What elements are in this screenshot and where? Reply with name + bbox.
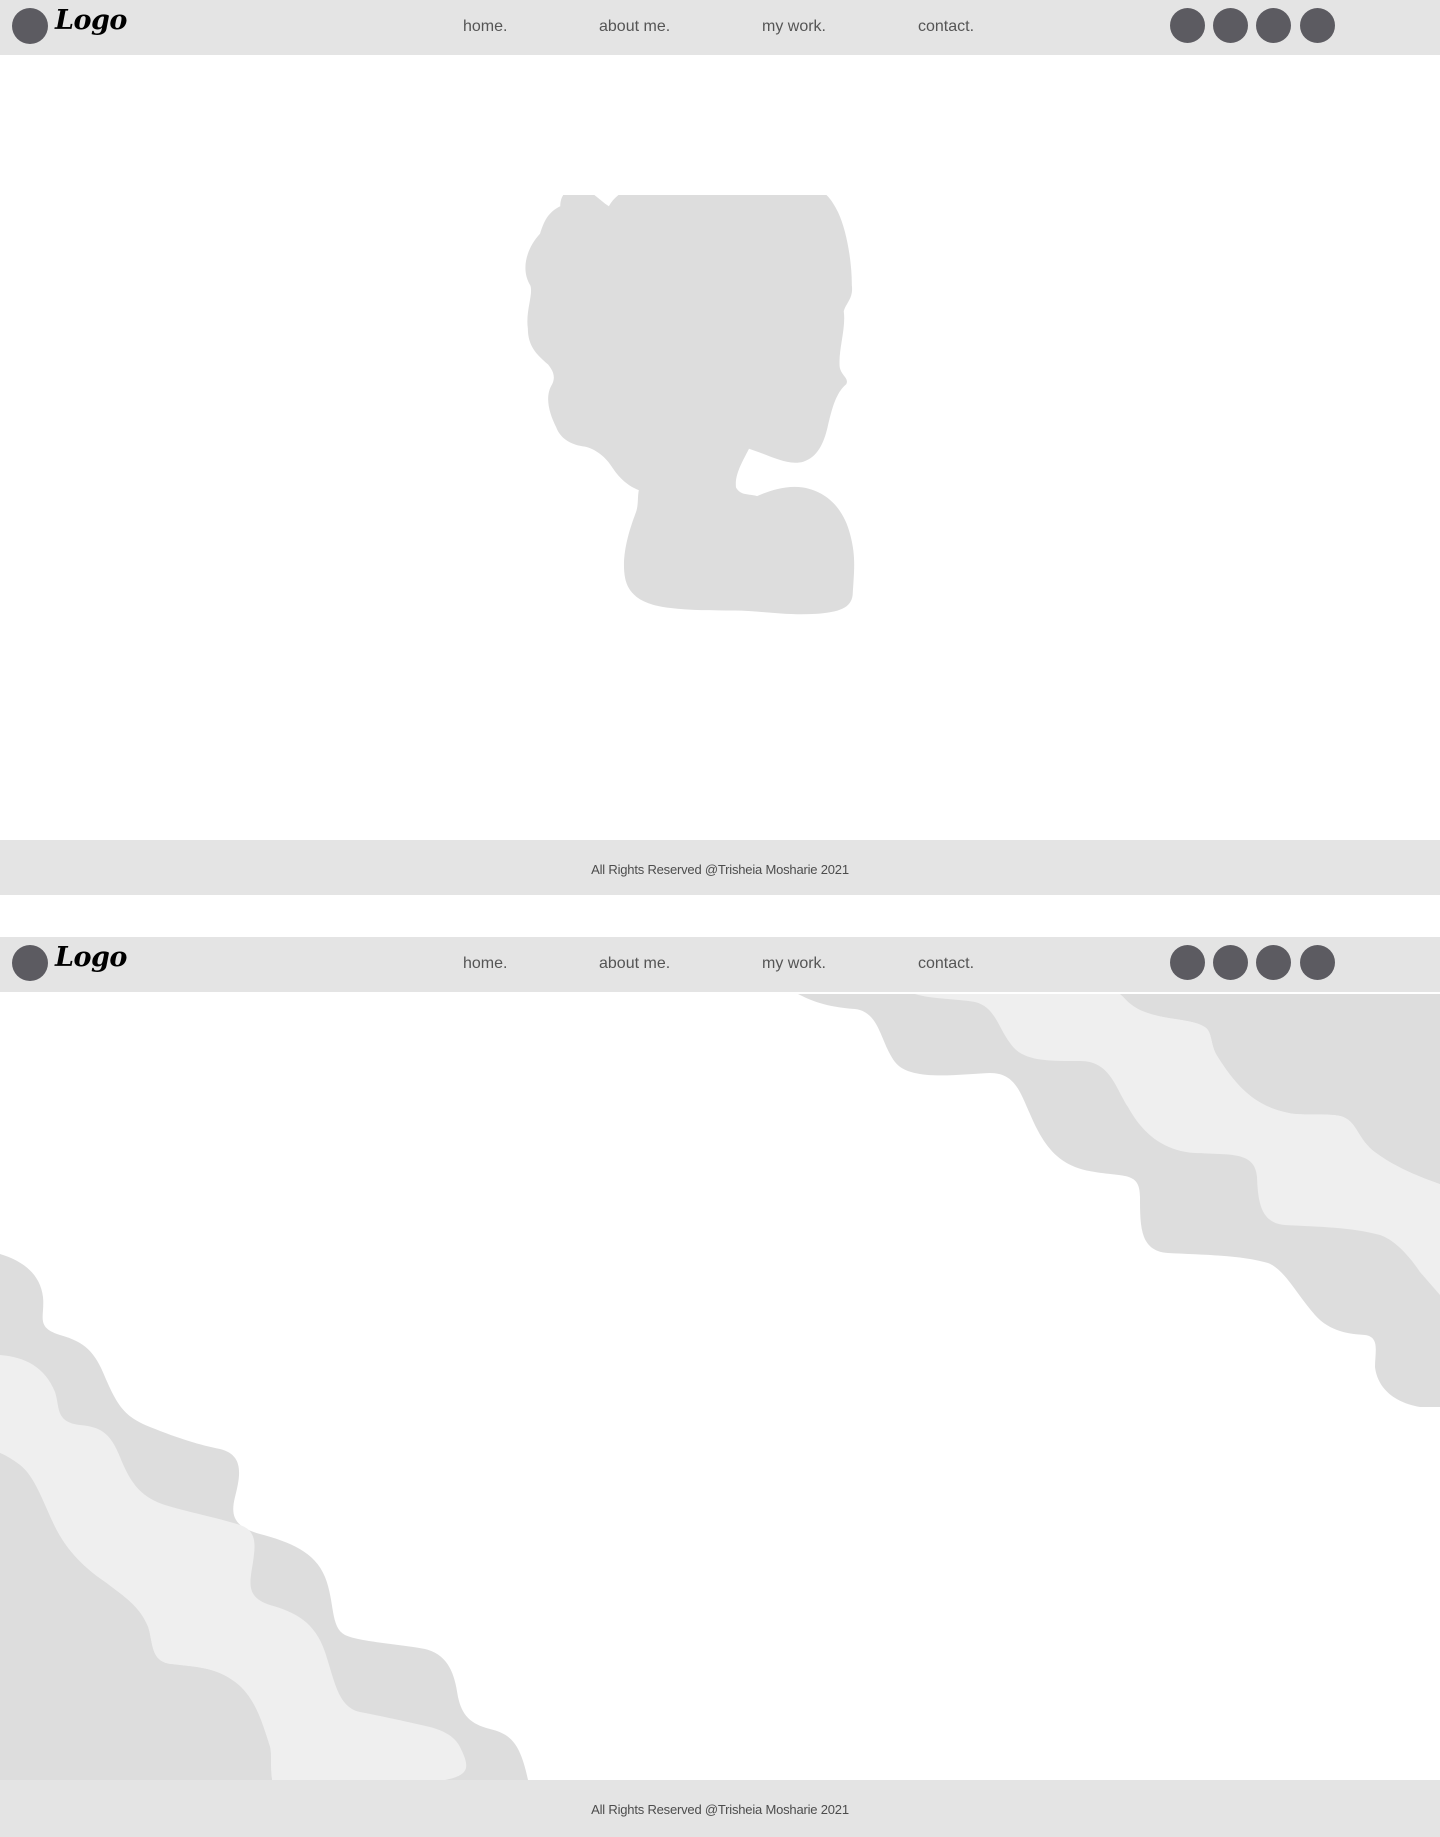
nav-link-my-work[interactable]: my work. bbox=[762, 18, 826, 36]
footer: All Rights Reserved @Trisheia Mosharie 2… bbox=[0, 840, 1440, 895]
social-icon-3[interactable] bbox=[1256, 945, 1291, 980]
social-icon-1[interactable] bbox=[1170, 8, 1205, 43]
portrait-silhouette bbox=[525, 195, 855, 615]
page-frame-waves: Logo home. about me. my work. contact. A… bbox=[0, 937, 1440, 1837]
navbar: Logo home. about me. my work. contact. bbox=[0, 937, 1440, 992]
nav-link-about[interactable]: about me. bbox=[599, 18, 670, 36]
footer-copyright: All Rights Reserved @Trisheia Mosharie 2… bbox=[591, 1802, 849, 1817]
nav-link-home[interactable]: home. bbox=[463, 955, 507, 973]
navbar: Logo home. about me. my work. contact. bbox=[0, 0, 1440, 55]
social-icon-2[interactable] bbox=[1213, 945, 1248, 980]
logo-text[interactable]: Logo bbox=[55, 5, 127, 36]
logo-mark[interactable] bbox=[12, 945, 48, 981]
page-frame-home: Logo home. about me. my work. contact. A… bbox=[0, 0, 1440, 895]
social-icon-4[interactable] bbox=[1300, 8, 1335, 43]
wave-decoration bbox=[0, 994, 1440, 1780]
social-icon-2[interactable] bbox=[1213, 8, 1248, 43]
logo-mark[interactable] bbox=[12, 8, 48, 44]
footer: All Rights Reserved @Trisheia Mosharie 2… bbox=[0, 1780, 1440, 1837]
social-icon-1[interactable] bbox=[1170, 945, 1205, 980]
nav-link-about[interactable]: about me. bbox=[599, 955, 670, 973]
social-icon-3[interactable] bbox=[1256, 8, 1291, 43]
logo-text[interactable]: Logo bbox=[55, 942, 127, 973]
footer-copyright: All Rights Reserved @Trisheia Mosharie 2… bbox=[591, 862, 849, 877]
social-icon-4[interactable] bbox=[1300, 945, 1335, 980]
nav-link-contact[interactable]: contact. bbox=[918, 18, 974, 36]
nav-link-my-work[interactable]: my work. bbox=[762, 955, 826, 973]
nav-link-contact[interactable]: contact. bbox=[918, 955, 974, 973]
nav-link-home[interactable]: home. bbox=[463, 18, 507, 36]
